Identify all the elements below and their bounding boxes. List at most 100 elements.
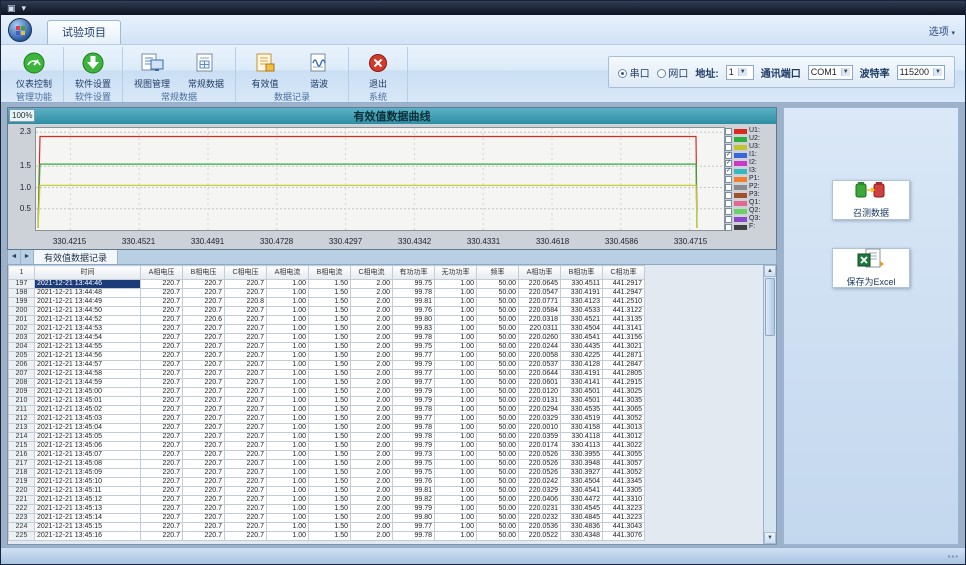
table-cell[interactable]: 1.50 — [309, 307, 351, 316]
table-cell[interactable]: 2021-12-21 13:45:03 — [35, 415, 141, 424]
column-header[interactable]: B相电流 — [309, 266, 351, 280]
table-cell[interactable]: 330.4836 — [561, 523, 603, 532]
table-cell[interactable]: 220.7 — [183, 307, 225, 316]
table-cell[interactable]: 1.00 — [267, 415, 309, 424]
table-cell[interactable]: 330.4504 — [561, 325, 603, 334]
table-cell[interactable]: 441.3223 — [603, 514, 645, 523]
table-cell[interactable]: 220.0329 — [519, 487, 561, 496]
table-cell[interactable]: 99.81 — [393, 298, 435, 307]
table-cell[interactable]: 50.00 — [477, 280, 519, 289]
table-row[interactable]: 2042021-12-21 13:44:55220.7220.7220.71.0… — [9, 343, 645, 352]
table-cell[interactable]: 2.00 — [351, 451, 393, 460]
table-cell[interactable]: 200 — [9, 307, 35, 316]
table-cell[interactable]: 99.78 — [393, 289, 435, 298]
table-cell[interactable]: 220.7 — [141, 388, 183, 397]
legend-checkbox[interactable] — [725, 176, 732, 183]
table-cell[interactable]: 220.7 — [225, 514, 267, 523]
table-cell[interactable]: 330.3948 — [561, 460, 603, 469]
column-header[interactable]: A相电压 — [141, 266, 183, 280]
table-cell[interactable]: 211 — [9, 406, 35, 415]
table-cell[interactable]: 330.4845 — [561, 514, 603, 523]
table-cell[interactable]: 2021-12-21 13:45:04 — [35, 424, 141, 433]
table-cell[interactable]: 1.00 — [267, 433, 309, 442]
table-row[interactable]: 2152021-12-21 13:45:06220.7220.7220.71.0… — [9, 442, 645, 451]
table-cell[interactable]: 220.7 — [183, 289, 225, 298]
table-cell[interactable]: 330.4521 — [561, 316, 603, 325]
table-cell[interactable]: 220.7 — [141, 451, 183, 460]
table-cell[interactable]: 220.7 — [183, 370, 225, 379]
table-cell[interactable]: 99.78 — [393, 424, 435, 433]
table-cell[interactable]: 220.7 — [225, 505, 267, 514]
table-cell[interactable]: 2.00 — [351, 514, 393, 523]
table-cell[interactable]: 330.4541 — [561, 334, 603, 343]
table-cell[interactable]: 220.7 — [141, 289, 183, 298]
application-menu-button[interactable] — [8, 18, 32, 42]
table-cell[interactable]: 1.50 — [309, 442, 351, 451]
table-cell[interactable]: 1.00 — [435, 523, 477, 532]
address-dropdown[interactable]: 1 ▼ — [726, 65, 754, 80]
table-cell[interactable]: 50.00 — [477, 298, 519, 307]
table-row[interactable]: 2162021-12-21 13:45:07220.7220.7220.71.0… — [9, 451, 645, 460]
table-cell[interactable]: 1.50 — [309, 532, 351, 541]
table-cell[interactable]: 1.00 — [267, 352, 309, 361]
scroll-down-icon[interactable]: ▼ — [764, 532, 776, 544]
table-cell[interactable]: 2.00 — [351, 334, 393, 343]
legend-checkbox[interactable]: ✓ — [725, 168, 732, 175]
column-header[interactable]: A相电流 — [267, 266, 309, 280]
column-header[interactable]: 频率 — [477, 266, 519, 280]
table-cell[interactable]: 1.50 — [309, 298, 351, 307]
table-cell[interactable]: 441.2847 — [603, 361, 645, 370]
table-cell[interactable]: 1.00 — [267, 379, 309, 388]
table-cell[interactable]: 50.00 — [477, 460, 519, 469]
table-cell[interactable]: 2.00 — [351, 460, 393, 469]
table-cell[interactable]: 220.7 — [225, 388, 267, 397]
table-row[interactable]: 2242021-12-21 13:45:15220.7220.7220.71.0… — [9, 523, 645, 532]
table-cell[interactable]: 441.3141 — [603, 325, 645, 334]
table-cell[interactable]: 220.7 — [225, 316, 267, 325]
table-cell[interactable]: 220.7 — [141, 532, 183, 541]
table-cell[interactable]: 220.0058 — [519, 352, 561, 361]
table-cell[interactable]: 330.4501 — [561, 388, 603, 397]
table-cell[interactable]: 1.00 — [267, 451, 309, 460]
table-cell[interactable]: 1.00 — [267, 406, 309, 415]
table-cell[interactable]: 330.4123 — [561, 298, 603, 307]
table-cell[interactable]: 220.7 — [141, 406, 183, 415]
table-cell[interactable]: 99.77 — [393, 352, 435, 361]
table-cell[interactable]: 220.7 — [141, 280, 183, 289]
table-cell[interactable]: 2021-12-21 13:45:01 — [35, 397, 141, 406]
table-row[interactable]: 2112021-12-21 13:45:02220.7220.7220.71.0… — [9, 406, 645, 415]
view-manage-button[interactable]: 视图管理 — [126, 48, 178, 90]
table-cell[interactable]: 220.0537 — [519, 361, 561, 370]
table-cell[interactable]: 220.0645 — [519, 280, 561, 289]
table-cell[interactable]: 1.00 — [435, 415, 477, 424]
table-row[interactable]: 1992021-12-21 13:44:49220.7220.7220.81.0… — [9, 298, 645, 307]
table-cell[interactable]: 220.7 — [183, 514, 225, 523]
table-cell[interactable]: 220.7 — [183, 451, 225, 460]
table-cell[interactable]: 2021-12-21 13:45:13 — [35, 505, 141, 514]
table-row[interactable]: 2002021-12-21 13:44:50220.7220.7220.71.0… — [9, 307, 645, 316]
table-cell[interactable]: 2.00 — [351, 361, 393, 370]
table-cell[interactable]: 50.00 — [477, 523, 519, 532]
table-cell[interactable]: 2021-12-21 13:45:09 — [35, 469, 141, 478]
column-header[interactable]: C相电流 — [351, 266, 393, 280]
exit-button[interactable]: 退出 — [352, 48, 404, 90]
table-cell[interactable]: 2021-12-21 13:44:49 — [35, 298, 141, 307]
table-cell[interactable]: 220.7 — [183, 469, 225, 478]
table-cell[interactable]: 220.0526 — [519, 451, 561, 460]
table-cell[interactable]: 50.00 — [477, 325, 519, 334]
table-cell[interactable]: 330.4541 — [561, 487, 603, 496]
table-cell[interactable]: 1.00 — [435, 307, 477, 316]
table-cell[interactable]: 220.8 — [225, 298, 267, 307]
table-cell[interactable]: 99.79 — [393, 442, 435, 451]
table-cell[interactable]: 220.7 — [141, 478, 183, 487]
table-cell[interactable]: 220.0242 — [519, 478, 561, 487]
table-cell[interactable]: 99.75 — [393, 469, 435, 478]
legend-checkbox[interactable] — [725, 136, 732, 143]
table-cell[interactable]: 2021-12-21 13:44:57 — [35, 361, 141, 370]
table-cell[interactable]: 220.7 — [141, 325, 183, 334]
table-cell[interactable]: 2021-12-21 13:45:16 — [35, 532, 141, 541]
table-row[interactable]: 2212021-12-21 13:45:12220.7220.7220.71.0… — [9, 496, 645, 505]
table-cell[interactable]: 50.00 — [477, 469, 519, 478]
table-cell[interactable]: 202 — [9, 325, 35, 334]
table-cell[interactable]: 2021-12-21 13:44:58 — [35, 370, 141, 379]
